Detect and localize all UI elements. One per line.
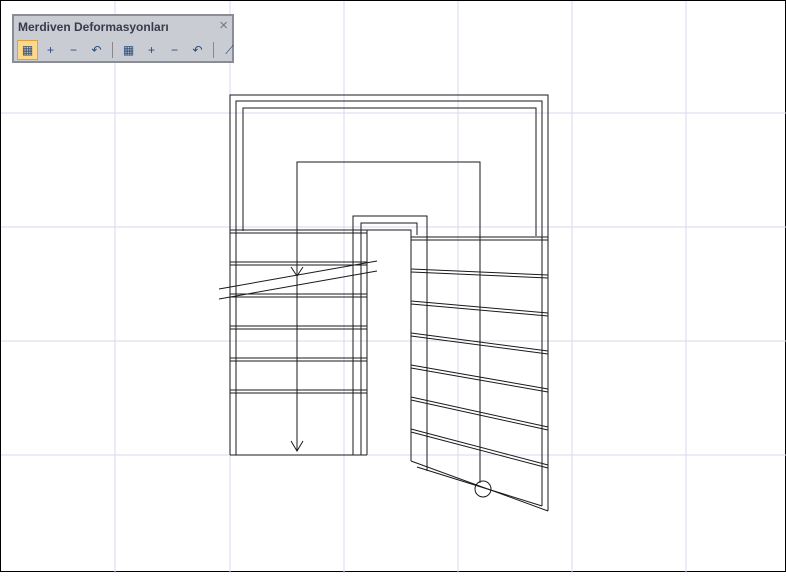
add-point-2-icon: + bbox=[147, 43, 155, 57]
add-point-2-button[interactable]: + bbox=[141, 40, 162, 60]
undo-deform-2-icon: ↶ bbox=[192, 43, 203, 57]
add-point-icon: + bbox=[46, 43, 54, 57]
remove-point-icon: − bbox=[69, 43, 77, 57]
stair-select-button[interactable]: ▦ bbox=[17, 40, 38, 60]
remove-point-2-button[interactable]: − bbox=[164, 40, 185, 60]
walk-line bbox=[296, 161, 481, 483]
drawing-canvas[interactable] bbox=[0, 0, 786, 573]
separator bbox=[112, 42, 113, 58]
stair-outer-edge bbox=[229, 94, 549, 511]
stair-select-2-button[interactable]: ▦ bbox=[118, 40, 139, 60]
close-icon[interactable]: × bbox=[219, 17, 228, 34]
stair-button[interactable]: ⟋ bbox=[219, 40, 240, 60]
undo-deform-button[interactable]: ↶ bbox=[86, 40, 107, 60]
stair-drawing[interactable] bbox=[1, 1, 786, 573]
undo-deform-2-button[interactable]: ↶ bbox=[187, 40, 208, 60]
remove-point-button[interactable]: − bbox=[63, 40, 84, 60]
undo-deform-icon: ↶ bbox=[91, 43, 102, 57]
well-edge bbox=[366, 229, 412, 461]
stair-edge bbox=[242, 107, 537, 236]
toolbar-title: Merdiven Deformasyonları bbox=[18, 20, 169, 34]
remove-point-2-icon: − bbox=[170, 43, 178, 57]
stair-icon: ⟋ bbox=[225, 42, 234, 57]
add-point-button[interactable]: + bbox=[40, 40, 61, 60]
stair-select-icon: ▦ bbox=[21, 43, 34, 57]
well-edge bbox=[360, 222, 418, 455]
stair-deformation-toolbar: Merdiven Deformasyonları × ▦ + − ↶ ▦ + −… bbox=[12, 14, 234, 63]
separator bbox=[213, 42, 214, 58]
stair-select-2-icon: ▦ bbox=[122, 43, 135, 57]
well-edge bbox=[352, 215, 428, 471]
